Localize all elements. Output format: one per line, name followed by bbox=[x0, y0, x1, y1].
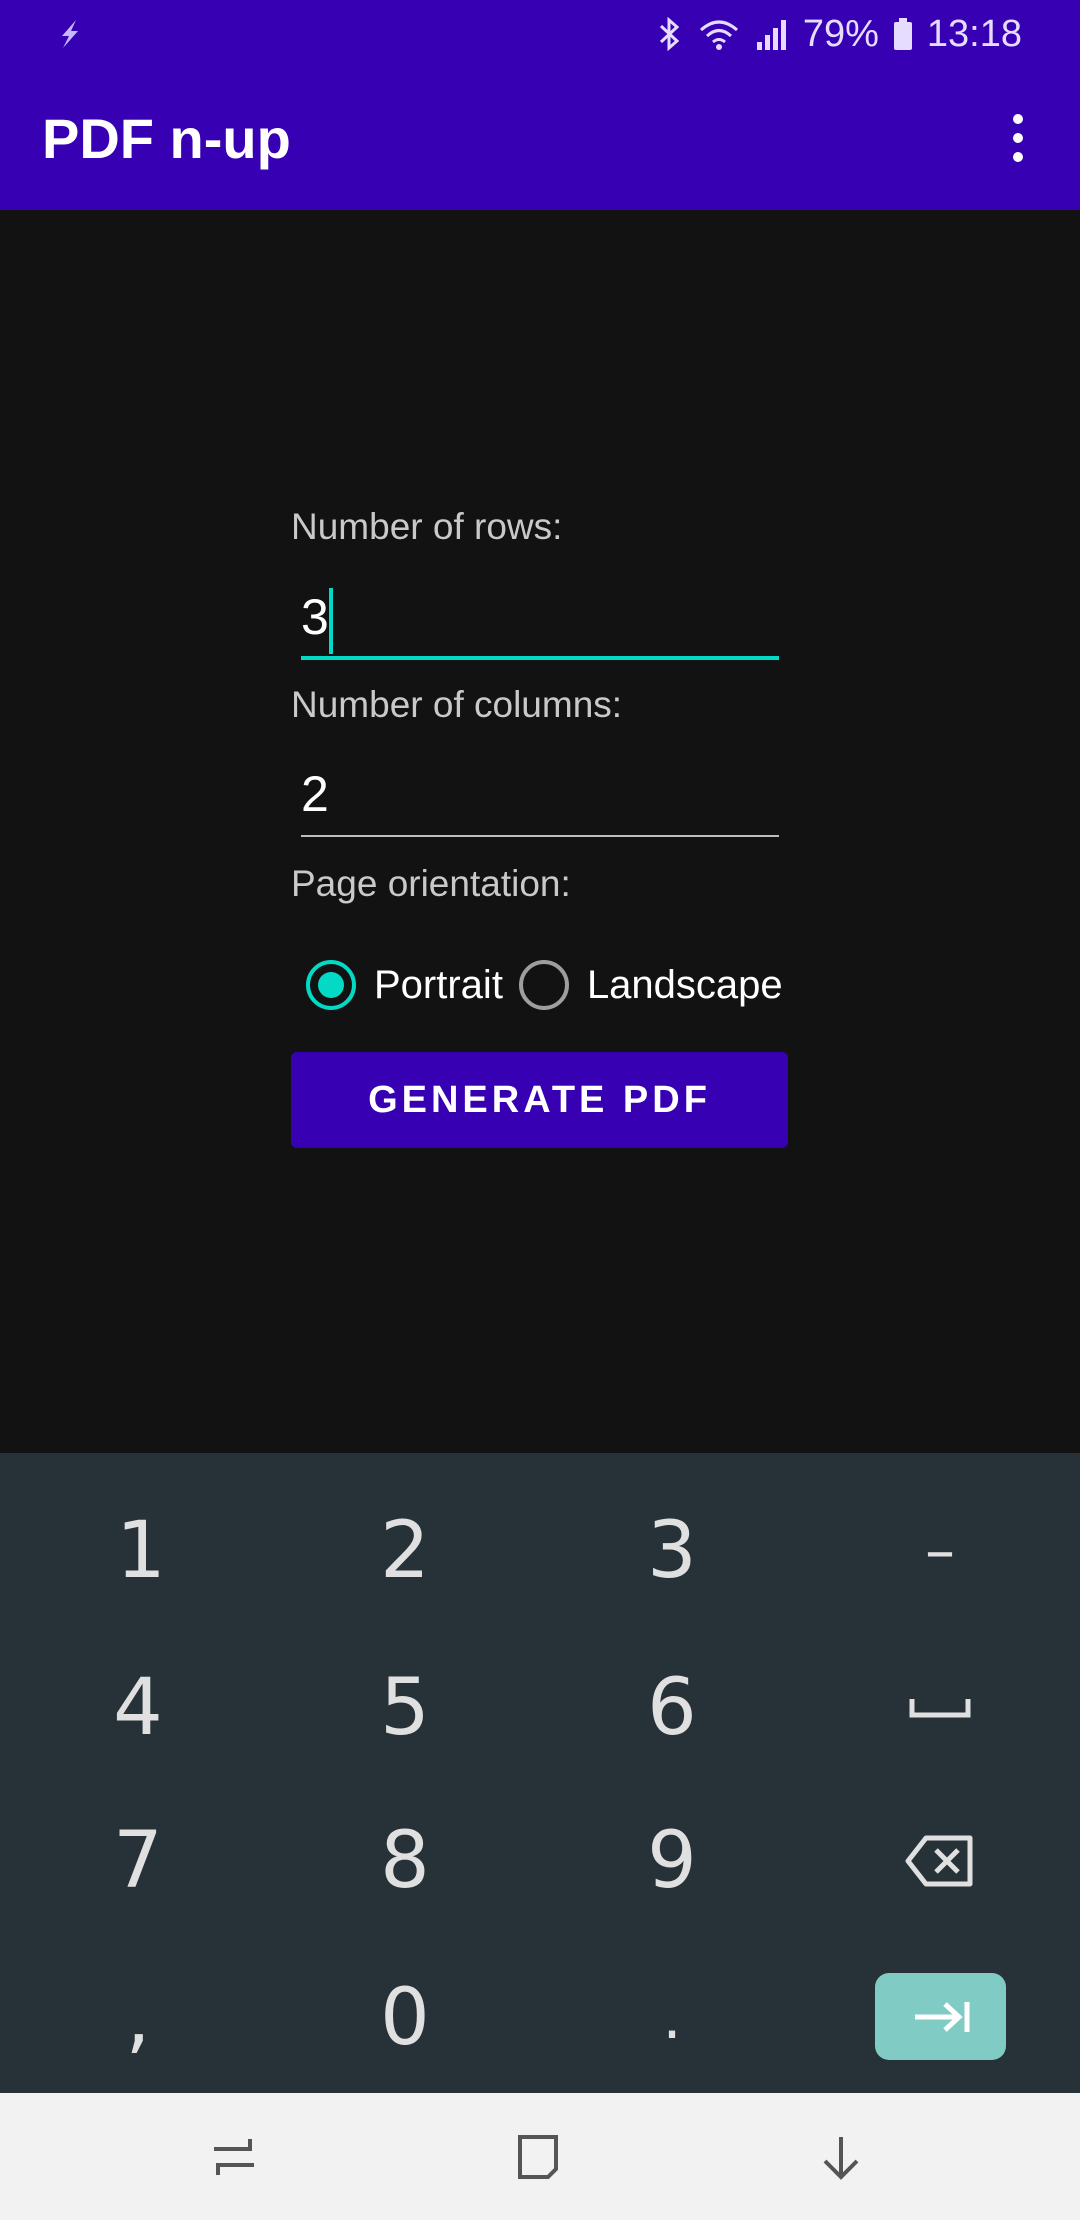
text-cursor bbox=[329, 588, 333, 654]
battery-percent: 79% bbox=[802, 12, 879, 55]
backspace-icon bbox=[905, 1835, 973, 1887]
key-2[interactable]: 2 bbox=[280, 1476, 530, 1626]
app-bar: PDF n-up bbox=[0, 68, 1080, 210]
flash-icon bbox=[62, 20, 78, 48]
generate-pdf-button[interactable]: GENERATE PDF bbox=[291, 1052, 788, 1148]
app-title: PDF n-up bbox=[42, 107, 291, 170]
next-key[interactable] bbox=[875, 1973, 1006, 2060]
key-1[interactable]: 1 bbox=[16, 1476, 266, 1626]
key-5[interactable]: 5 bbox=[280, 1633, 530, 1783]
back-button[interactable] bbox=[811, 2127, 871, 2187]
numeric-keyboard: 1 2 3 – 4 5 6 7 8 9 , 0 . bbox=[0, 1453, 1080, 2093]
landscape-label[interactable]: Landscape bbox=[587, 963, 783, 1008]
home-button[interactable] bbox=[508, 2127, 568, 2187]
key-comma[interactable]: , bbox=[13, 1943, 263, 2093]
signal-icon bbox=[756, 20, 786, 50]
rows-label: Number of rows: bbox=[291, 506, 563, 547]
key-period[interactable]: . bbox=[547, 1943, 797, 2093]
nup-form: Number of rows: 3 Number of columns: 2 P… bbox=[0, 210, 1080, 1453]
portrait-radio[interactable]: Portrait bbox=[306, 960, 503, 1010]
back-icon bbox=[823, 2137, 859, 2180]
rows-value: 3 bbox=[301, 589, 329, 645]
key-0[interactable]: 0 bbox=[280, 1943, 530, 2093]
columns-label: Number of columns: bbox=[291, 684, 623, 725]
orientation-radio-group: Portrait Landscape bbox=[306, 945, 783, 1025]
rows-underline bbox=[301, 656, 779, 660]
key-4[interactable]: 4 bbox=[13, 1633, 263, 1783]
landscape-radio-circle[interactable] bbox=[518, 960, 569, 1010]
columns-input[interactable]: 2 bbox=[301, 757, 779, 837]
key-3[interactable]: 3 bbox=[547, 1476, 797, 1626]
space-key[interactable] bbox=[815, 1633, 1065, 1783]
columns-value: 2 bbox=[301, 766, 329, 822]
battery-icon bbox=[893, 18, 912, 50]
landscape-radio[interactable]: Landscape bbox=[518, 960, 783, 1010]
space-icon bbox=[909, 1699, 971, 1718]
rows-input[interactable]: 3 bbox=[301, 580, 779, 660]
portrait-label[interactable]: Portrait bbox=[374, 963, 503, 1008]
columns-underline bbox=[301, 835, 779, 837]
home-icon bbox=[518, 2135, 558, 2179]
recents-icon bbox=[214, 2139, 254, 2175]
orientation-label: Page orientation: bbox=[291, 863, 571, 904]
status-icons: 79% 13:18 bbox=[657, 10, 1022, 58]
next-icon bbox=[914, 2001, 969, 2032]
recents-button[interactable] bbox=[204, 2127, 264, 2187]
key-6[interactable]: 6 bbox=[547, 1633, 797, 1783]
wifi-icon bbox=[699, 20, 738, 50]
key-dash[interactable]: – bbox=[815, 1476, 1065, 1626]
status-bar: 79% 13:18 bbox=[0, 0, 1080, 68]
key-7[interactable]: 7 bbox=[13, 1786, 263, 1936]
clock: 13:18 bbox=[926, 12, 1022, 55]
key-8[interactable]: 8 bbox=[280, 1786, 530, 1936]
key-9[interactable]: 9 bbox=[547, 1786, 797, 1936]
bluetooth-icon bbox=[659, 16, 680, 52]
portrait-radio-circle[interactable] bbox=[306, 960, 356, 1010]
overflow-menu-icon[interactable] bbox=[986, 106, 1050, 170]
backspace-key[interactable] bbox=[815, 1786, 1065, 1936]
system-nav-bar bbox=[0, 2093, 1080, 2220]
